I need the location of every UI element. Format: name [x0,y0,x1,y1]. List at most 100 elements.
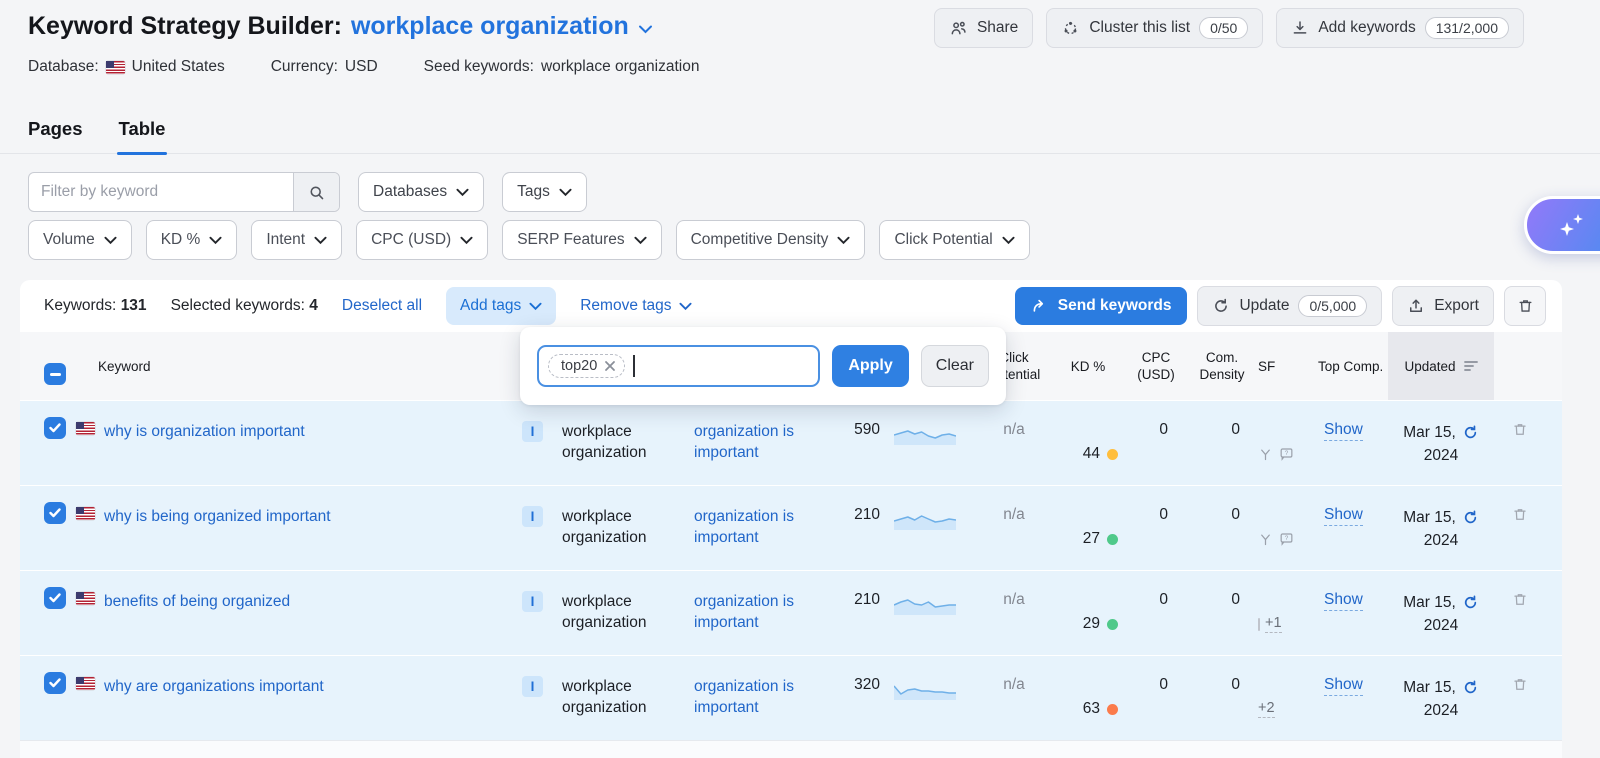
delete-row-icon[interactable] [1512,421,1528,485]
chevron-down-icon[interactable] [638,24,653,34]
filter-row-metrics: Volume KD % Intent CPC (USD) SERP Featur… [28,220,1030,260]
keyword-filter [28,172,340,212]
delete-row-icon[interactable] [1512,676,1528,740]
header-actions: Share Cluster this list 0/50 Add keyword… [934,8,1524,48]
apply-button[interactable]: Apply [832,345,908,387]
col-keyword[interactable]: Keyword [76,358,506,375]
filter-click-potential[interactable]: Click Potential [879,220,1029,260]
sitelinks-icon[interactable] [1258,447,1273,462]
col-updated[interactable]: Updated [1388,332,1494,400]
deselect-all-button[interactable]: Deselect all [342,297,422,315]
tab-table[interactable]: Table [119,104,166,153]
chevron-down-icon [456,188,469,197]
intent-badge[interactable]: I [522,676,543,697]
filter-cpc[interactable]: CPC (USD) [356,220,488,260]
check-icon [49,678,61,688]
seed-keywords-value: workplace organization [541,58,700,76]
databases-dropdown[interactable]: Databases [358,172,484,212]
update-button[interactable]: Update 0/5,000 [1197,286,1382,326]
keyword-link[interactable]: benefits of being organized [104,592,290,612]
reviews-icon[interactable]: ? [1278,446,1295,462]
add-tags-button[interactable]: Add tags [446,287,556,325]
cluster-list-button[interactable]: Cluster this list 0/50 [1046,8,1263,48]
delete-row-icon[interactable] [1512,591,1528,655]
sitelinks-icon[interactable] [1258,532,1273,547]
kd-dot [1107,704,1118,715]
show-top-competitors-link[interactable]: Show [1324,421,1363,441]
serp-features-cell: +2 [1258,656,1318,740]
send-keywords-button[interactable]: Send keywords [1015,287,1188,325]
refresh-keyword-icon[interactable] [1462,594,1479,611]
cluster-count-badge: 0/50 [1199,17,1248,39]
ai-assistant-button[interactable] [1524,196,1600,254]
check-icon [49,423,61,433]
search-icon [307,183,326,202]
filter-row-primary: Databases Tags [28,172,587,212]
page-link[interactable]: organization is important [694,508,794,546]
row-checkbox[interactable] [44,417,66,439]
intent-badge[interactable]: I [522,506,543,527]
select-all-checkbox[interactable] [44,363,66,385]
trend-sparkline [894,678,956,702]
serp-features-more[interactable]: +1 [1265,615,1282,633]
col-kd[interactable]: KD % [1050,358,1126,375]
trash-icon [1517,297,1534,315]
tag-input[interactable]: top20 [537,345,820,387]
list-name[interactable]: workplace organization [351,12,629,41]
reviews-icon[interactable]: ? [1278,531,1295,547]
serp-features-more[interactable]: +2 [1258,700,1275,718]
intent-badge[interactable]: I [522,421,543,442]
show-top-competitors-link[interactable]: Show [1324,591,1363,611]
keyword-link[interactable]: why is organization important [104,422,305,442]
volume-value: 320 [818,656,894,740]
filter-competitive-density[interactable]: Competitive Density [676,220,866,260]
page-link[interactable]: organization is important [694,423,794,461]
update-quota-badge: 0/5,000 [1298,295,1367,317]
clear-button[interactable]: Clear [921,345,989,387]
share-button[interactable]: Share [934,8,1033,48]
row-checkbox[interactable] [44,672,66,694]
refresh-keyword-icon[interactable] [1462,509,1479,526]
refresh-keyword-icon[interactable] [1462,424,1479,441]
page-link[interactable]: organization is important [694,593,794,631]
us-flag-icon [76,592,95,605]
intent-badge[interactable]: I [522,591,543,612]
search-button[interactable] [293,173,339,211]
keyword-filter-input[interactable] [29,173,293,211]
add-keywords-button[interactable]: Add keywords 131/2,000 [1276,8,1524,48]
filter-serp-features[interactable]: SERP Features [502,220,661,260]
filter-intent[interactable]: Intent [251,220,342,260]
chevron-down-icon [1002,236,1015,245]
delete-list-button[interactable] [1504,286,1546,326]
keyword-link[interactable]: why is being organized important [104,507,331,527]
tab-pages[interactable]: Pages [28,104,83,153]
svg-text:?: ? [1285,535,1289,542]
row-checkbox[interactable] [44,502,66,524]
col-cpc[interactable]: CPC (USD) [1126,349,1186,383]
show-top-competitors-link[interactable]: Show [1324,506,1363,526]
tags-dropdown[interactable]: Tags [502,172,587,212]
keyword-link[interactable]: why are organizations important [104,677,324,697]
trend-sparkline [894,593,956,617]
cpc-value: 0 [1126,571,1186,655]
filter-volume[interactable]: Volume [28,220,132,260]
show-top-competitors-link[interactable]: Show [1324,676,1363,696]
sort-desc-icon [1464,360,1478,372]
col-sf[interactable]: SF [1258,358,1318,375]
chevron-down-icon [460,236,473,245]
col-com-density[interactable]: Com. Density [1186,349,1258,383]
refresh-keyword-icon[interactable] [1462,679,1479,696]
col-top-comp[interactable]: Top Comp. [1318,358,1388,375]
export-button[interactable]: Export [1392,286,1494,326]
remove-tags-button[interactable]: Remove tags [580,297,691,315]
row-checkbox[interactable] [44,587,66,609]
filter-kd[interactable]: KD % [146,220,238,260]
volume-value: 210 [818,571,894,655]
delete-row-icon[interactable] [1512,506,1528,570]
currency-label: Currency: [271,58,338,76]
remove-tag-icon[interactable] [604,360,616,372]
serp-features-cell: ? [1258,486,1318,570]
page-link[interactable]: organization is important [694,678,794,716]
serp-feature-icon[interactable] [1258,618,1260,631]
meta-database: Database: United States [28,58,225,76]
